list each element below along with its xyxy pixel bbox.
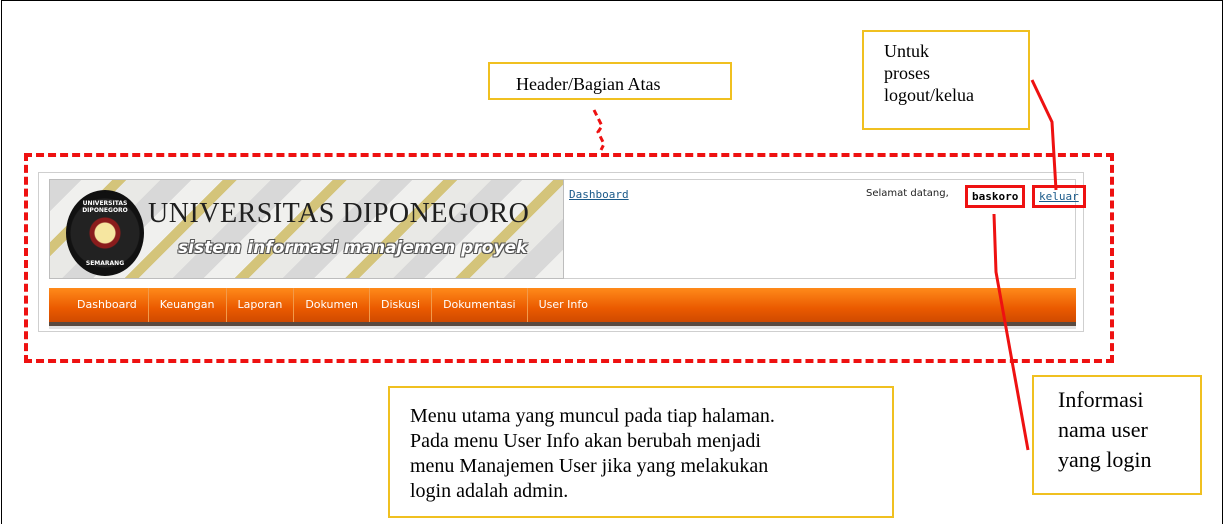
- callout-user-line: Informasi: [1058, 387, 1144, 412]
- callout-user-line: nama user: [1058, 417, 1148, 442]
- callout-menu-line: Menu utama yang muncul pada tiap halaman…: [410, 405, 775, 427]
- callout-menu-line: Pada menu User Info akan berubah menjadi: [410, 430, 761, 452]
- callout-header-text: Header/Bagian Atas: [516, 74, 661, 94]
- callout-menu-line: menu Manajemen User jika yang melakukan: [410, 455, 769, 477]
- callout-header: Header/Bagian Atas: [488, 62, 732, 100]
- user-pointer-line: [992, 213, 1030, 451]
- callout-logout-line: logout/kelua: [884, 85, 974, 105]
- header-pointer-line: [592, 109, 606, 151]
- callout-menu-line: login adalah admin.: [410, 480, 569, 502]
- callout-user-info: Informasi nama user yang login: [1032, 375, 1202, 495]
- callout-menu: Menu utama yang muncul pada tiap halaman…: [388, 386, 894, 518]
- callout-logout: Untuk proses logout/kelua: [862, 30, 1030, 130]
- logout-pointer-line: [1030, 79, 1058, 191]
- callout-user-line: yang login: [1058, 447, 1152, 472]
- callout-logout-line: proses: [884, 63, 930, 83]
- callout-logout-line: Untuk: [884, 41, 929, 61]
